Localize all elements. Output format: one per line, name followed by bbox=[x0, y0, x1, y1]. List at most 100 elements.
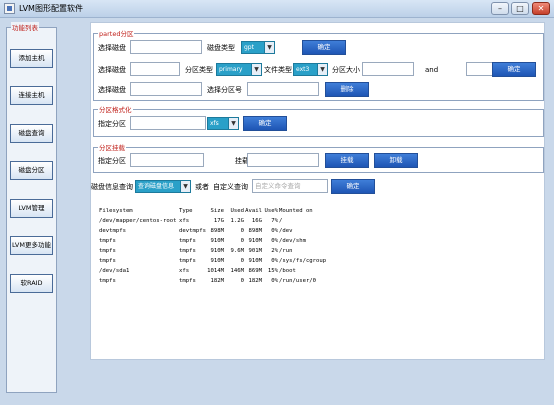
close-button[interactable]: ✕ bbox=[532, 2, 550, 15]
output-cell: tmpfs bbox=[179, 258, 196, 264]
lvm-manage-button[interactable]: LVM管理 bbox=[10, 199, 53, 218]
mount-partition-label: 指定分区 bbox=[98, 157, 126, 165]
select-disk-label-2: 选择磁盘 bbox=[98, 66, 126, 74]
add-host-button[interactable]: 添加主机 bbox=[10, 49, 53, 68]
output-cell: Filesystem bbox=[99, 208, 133, 214]
format-partition-label: 指定分区 bbox=[98, 120, 126, 128]
format-caption: 分区格式化 bbox=[98, 104, 133, 114]
output-cell: xfs bbox=[179, 268, 190, 274]
mount-partition-input[interactable] bbox=[130, 153, 204, 167]
output-cell: 0 bbox=[240, 238, 244, 244]
output-cell: 898M bbox=[248, 228, 262, 234]
chevron-down-icon: ▼ bbox=[228, 118, 238, 129]
output-cell: 0% bbox=[271, 228, 278, 234]
output-cell: 910M bbox=[210, 258, 224, 264]
soft-raid-button[interactable]: 软RAID bbox=[10, 274, 53, 293]
size-start-input[interactable] bbox=[362, 62, 414, 76]
function-list-caption: 功能列表 bbox=[11, 22, 39, 32]
lvm-more-button[interactable]: LVM更多功能 bbox=[10, 236, 53, 255]
query-output-area[interactable]: Filesystem Type Size Used Avail Use% Mounted o… bbox=[93, 203, 542, 357]
chevron-down-icon: ▼ bbox=[317, 64, 327, 75]
output-cell: 0% bbox=[271, 278, 278, 284]
output-cell: 146M bbox=[230, 268, 244, 274]
window-title: LVM图形配置软件 bbox=[19, 4, 83, 13]
connect-host-button[interactable]: 连接主机 bbox=[10, 86, 53, 105]
chevron-down-icon: ▼ bbox=[251, 64, 261, 75]
output-cell: 7% bbox=[271, 218, 278, 224]
select-disk-input[interactable] bbox=[130, 40, 202, 54]
fs-type-select[interactable]: ext3 ▼ bbox=[293, 63, 328, 76]
output-cell: 0 bbox=[240, 228, 244, 234]
mount-dir-input[interactable] bbox=[247, 153, 319, 167]
output-cell: tmpfs bbox=[99, 278, 116, 284]
disk-partition-button[interactable]: 磁盘分区 bbox=[10, 161, 53, 180]
output-cell: 15% bbox=[267, 268, 278, 274]
mount-button[interactable]: 挂载 bbox=[325, 153, 369, 168]
format-confirm-button[interactable]: 确定 bbox=[243, 116, 287, 131]
output-cell: 910M bbox=[210, 238, 224, 244]
app-icon bbox=[4, 3, 15, 14]
disk-info-query-label: 磁盘信息查询 bbox=[91, 183, 133, 191]
disk-info-query-select[interactable]: 查询磁盘信息 ▼ bbox=[135, 180, 191, 193]
output-cell: tmpfs bbox=[99, 258, 116, 264]
select-disk-input-3[interactable] bbox=[130, 82, 202, 96]
output-cell: 2% bbox=[271, 248, 278, 254]
custom-query-input[interactable]: 自定义命令查询 bbox=[252, 179, 328, 193]
output-cell: devtmpfs bbox=[99, 228, 126, 234]
custom-query-label: 自定义查询 bbox=[213, 183, 248, 191]
output-cell: 910M bbox=[248, 238, 262, 244]
or-label: 或者 bbox=[195, 183, 209, 191]
output-cell: tmpfs bbox=[179, 278, 196, 284]
select-disk-label: 选择磁盘 bbox=[98, 44, 126, 52]
output-cell: /dev/shm bbox=[279, 238, 306, 244]
output-cell: 182M bbox=[210, 278, 224, 284]
disk-type-label: 磁盘类型 bbox=[207, 44, 235, 52]
umount-button[interactable]: 卸载 bbox=[374, 153, 418, 168]
output-cell: Used bbox=[230, 208, 244, 214]
output-cell: tmpfs bbox=[99, 238, 116, 244]
main-panel: parted分区 选择磁盘 磁盘类型 gpt ▼ 确定 选择磁盘 分区类型 pri… bbox=[90, 22, 545, 360]
output-cell: 0 bbox=[240, 258, 244, 264]
minimize-button[interactable]: – bbox=[491, 2, 509, 15]
maximize-button[interactable]: □ bbox=[511, 2, 529, 15]
partition-size-label: 分区大小 bbox=[332, 66, 360, 74]
format-fs-select[interactable]: xfs ▼ bbox=[207, 117, 239, 130]
partition-type-select[interactable]: primary ▼ bbox=[216, 63, 262, 76]
output-cell: Use% bbox=[264, 208, 278, 214]
partition-number-input[interactable] bbox=[247, 82, 319, 96]
delete-partition-button[interactable]: 删除 bbox=[325, 82, 369, 97]
output-cell: devtmpfs bbox=[179, 228, 206, 234]
output-cell: tmpfs bbox=[179, 248, 196, 254]
output-cell: 869M bbox=[248, 268, 262, 274]
output-cell: 17G bbox=[213, 218, 224, 224]
output-cell: 910M bbox=[210, 248, 224, 254]
select-disk-input-2[interactable] bbox=[130, 62, 180, 76]
output-cell: 898M bbox=[210, 228, 224, 234]
output-cell: Avail bbox=[245, 208, 262, 214]
output-cell: 901M bbox=[248, 248, 262, 254]
query-confirm-button[interactable]: 确定 bbox=[331, 179, 375, 194]
output-cell: /dev/mapper/centos-root bbox=[99, 218, 177, 224]
and-label: and bbox=[425, 66, 439, 74]
partition-create-confirm-button[interactable]: 确定 bbox=[492, 62, 536, 77]
function-list-panel: 功能列表 添加主机 连接主机 磁盘查询 磁盘分区 LVM管理 LVM更多功能 软… bbox=[6, 22, 57, 393]
output-cell: tmpfs bbox=[179, 238, 196, 244]
parted-caption: parted分区 bbox=[98, 28, 135, 38]
disk-type-select[interactable]: gpt ▼ bbox=[241, 41, 275, 54]
parted-group: parted分区 选择磁盘 磁盘类型 gpt ▼ 确定 选择磁盘 分区类型 pri… bbox=[93, 28, 544, 101]
output-cell: 0% bbox=[271, 238, 278, 244]
output-cell: /dev bbox=[279, 228, 293, 234]
output-cell: /run bbox=[279, 248, 293, 254]
chevron-down-icon: ▼ bbox=[180, 181, 190, 192]
output-cell: / bbox=[279, 218, 283, 224]
mount-caption: 分区挂载 bbox=[98, 142, 126, 152]
output-cell: 0 bbox=[240, 278, 244, 284]
output-cell: Type bbox=[179, 208, 193, 214]
disk-type-confirm-button[interactable]: 确定 bbox=[302, 40, 346, 55]
output-cell: tmpfs bbox=[99, 248, 116, 254]
output-cell: 0% bbox=[271, 258, 278, 264]
format-partition-input[interactable] bbox=[130, 116, 206, 130]
output-cell: Size bbox=[210, 208, 224, 214]
disk-query-button[interactable]: 磁盘查询 bbox=[10, 124, 53, 143]
output-cell: /sys/fs/cgroup bbox=[279, 258, 327, 264]
